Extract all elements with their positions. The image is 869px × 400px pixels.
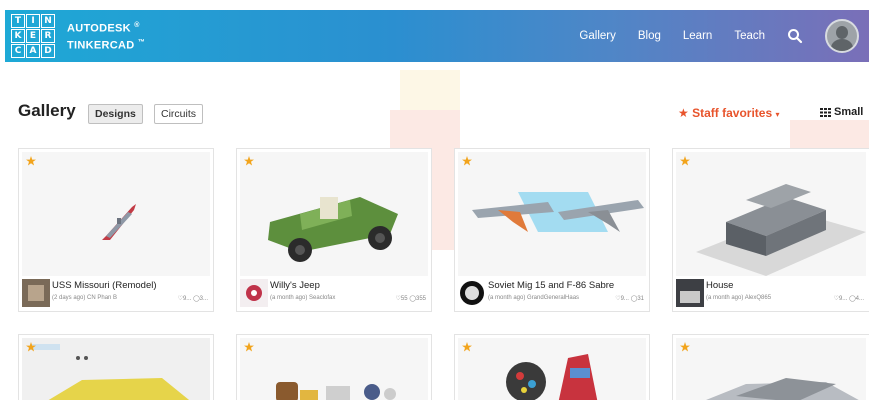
staff-pick-star-icon: [462, 342, 472, 352]
design-meta: (a month ago) GrandGeneralHaas: [488, 295, 580, 301]
design-title[interactable]: Soviet Mig 15 and F-86 Sabre: [488, 280, 614, 291]
design-card[interactable]: House (a month ago) AlexQ865 ♡9... ◯4...: [672, 148, 869, 312]
staff-pick-star-icon: [462, 156, 472, 166]
nav-learn[interactable]: Learn: [683, 30, 712, 42]
main-nav: Gallery Blog Learn Teach: [579, 10, 859, 62]
design-meta: (a month ago) Seaclofax: [270, 295, 336, 301]
staff-pick-star-icon: [680, 156, 690, 166]
logo-letter: D: [41, 44, 55, 58]
sort-label: Staff favorites: [692, 106, 773, 120]
sort-dropdown[interactable]: ★ Staff favorites ▾: [678, 106, 780, 120]
design-title[interactable]: House: [706, 280, 733, 291]
nav-gallery[interactable]: Gallery: [579, 30, 615, 42]
logo-letter: N: [41, 14, 55, 28]
tab-circuits[interactable]: Circuits: [154, 104, 204, 124]
design-meta: (a month ago) AlexQ865: [706, 295, 772, 301]
star-icon: ★: [678, 106, 689, 120]
staff-pick-star-icon: [26, 156, 36, 166]
user-avatar[interactable]: [825, 19, 859, 53]
brand-autodesk: AUTODESK: [67, 23, 131, 35]
design-card[interactable]: Willy's Jeep (a month ago) Seaclofax ♡55…: [236, 148, 432, 312]
design-card[interactable]: [672, 334, 869, 400]
logo-letter: I: [26, 14, 40, 28]
logo-letter: T: [11, 14, 25, 28]
brand-name[interactable]: AUTODESK ® TINKERCAD ™: [67, 19, 145, 52]
design-thumbnail[interactable]: [458, 338, 646, 400]
trademark-mark: ™: [137, 39, 146, 46]
view-label: Small: [834, 106, 864, 118]
design-title[interactable]: USS Missouri (Remodel): [52, 280, 157, 291]
nav-blog[interactable]: Blog: [638, 30, 661, 42]
design-stats: ♡9... ◯4...: [833, 296, 864, 302]
author-avatar[interactable]: [458, 279, 486, 307]
registered-mark: ®: [134, 22, 140, 30]
design-stats: ♡9... ◯31: [615, 296, 644, 302]
design-thumbnail[interactable]: [240, 338, 428, 400]
search-icon[interactable]: [787, 28, 803, 44]
staff-pick-star-icon: [244, 342, 254, 352]
avatar-head-shape: [836, 26, 848, 39]
design-stats: ♡55 ◯355: [395, 296, 426, 302]
view-size-dropdown[interactable]: Small: [820, 106, 863, 118]
avatar-body-shape: [831, 39, 853, 51]
tinkercad-logo[interactable]: T I N K E R C A D: [11, 14, 55, 58]
logo-letter: E: [26, 29, 40, 43]
staff-pick-star-icon: [680, 342, 690, 352]
design-card[interactable]: Soviet Mig 15 and F-86 Sabre (a month ag…: [454, 148, 650, 312]
brand-tinkercad: TINKERCAD: [67, 39, 135, 52]
design-card[interactable]: [454, 334, 650, 400]
grid-icon: [820, 107, 831, 117]
design-card[interactable]: [18, 334, 214, 400]
chevron-down-icon: ▾: [775, 110, 780, 119]
page-title: Gallery: [18, 101, 76, 120]
design-thumbnail[interactable]: [22, 152, 210, 276]
logo-letter: A: [26, 44, 40, 58]
design-card[interactable]: [236, 334, 432, 400]
design-thumbnail[interactable]: [22, 338, 210, 400]
nav-teach[interactable]: Teach: [734, 30, 765, 42]
design-thumbnail[interactable]: [676, 338, 866, 400]
design-meta: (2 days ago) CN Phan B: [52, 295, 118, 301]
design-stats: ♡9... ◯3...: [177, 296, 208, 302]
author-avatar[interactable]: [22, 279, 50, 307]
top-navigation-bar: T I N K E R C A D AUTODESK ® TINKERCAD ™…: [5, 10, 869, 62]
design-thumbnail[interactable]: [240, 152, 428, 276]
design-card[interactable]: USS Missouri (Remodel) (2 days ago) CN P…: [18, 148, 214, 312]
design-title[interactable]: Willy's Jeep: [270, 280, 320, 291]
design-thumbnail[interactable]: [676, 152, 866, 276]
author-avatar[interactable]: [676, 279, 704, 307]
author-avatar[interactable]: [240, 279, 268, 307]
logo-letter: K: [11, 29, 25, 43]
logo-letter: C: [11, 44, 25, 58]
staff-pick-star-icon: [26, 342, 36, 352]
design-thumbnail[interactable]: [458, 152, 646, 276]
tab-designs[interactable]: Designs: [88, 104, 143, 124]
logo-letter: R: [41, 29, 55, 43]
staff-pick-star-icon: [244, 156, 254, 166]
